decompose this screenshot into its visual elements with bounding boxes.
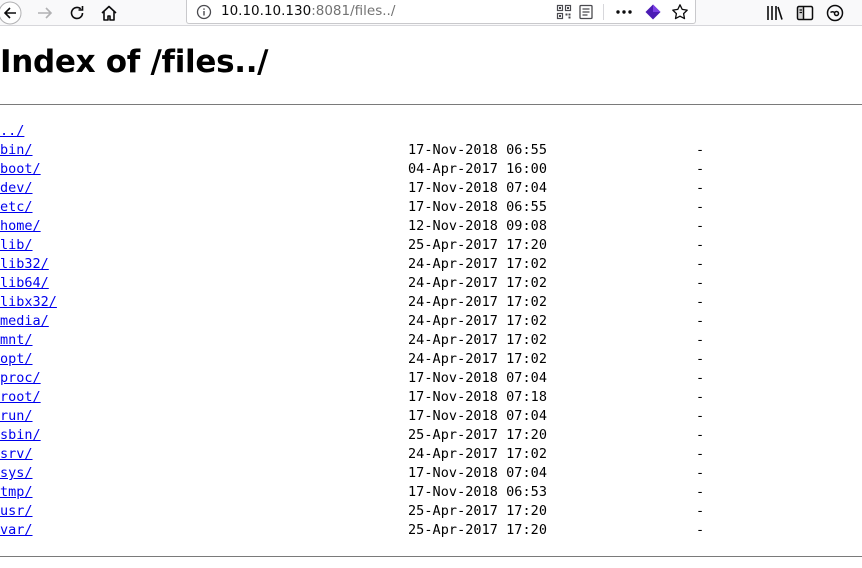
file-size: -: [696, 370, 705, 386]
modified-date: 24-Apr-2017 17:02: [408, 351, 548, 367]
file-size: -: [696, 427, 705, 443]
directory-link[interactable]: dev/: [0, 179, 33, 198]
directory-link[interactable]: srv/: [0, 445, 33, 464]
forward-arrow-icon: [38, 6, 53, 19]
file-size: -: [696, 503, 705, 519]
modified-date: 17-Nov-2018 07:04: [408, 465, 548, 481]
file-size: -: [696, 408, 705, 424]
file-size: -: [696, 522, 705, 538]
modified-date: 24-Apr-2017 17:02: [408, 294, 548, 310]
url-host: 10.10.10.130: [221, 3, 312, 19]
file-size: -: [696, 256, 705, 272]
modified-date: 25-Apr-2017 17:20: [408, 522, 548, 538]
url-path: :8081/files../: [311, 3, 396, 19]
modified-date: 17-Nov-2018 06:55: [408, 142, 548, 158]
back-arrow-icon: [0, 1, 22, 24]
modified-date: 17-Nov-2018 06:53: [408, 484, 548, 500]
modified-date: 17-Nov-2018 07:18: [408, 389, 548, 405]
directory-link[interactable]: media/: [0, 312, 49, 331]
directory-link[interactable]: var/: [0, 521, 33, 540]
file-size: -: [696, 161, 705, 177]
reload-button[interactable]: [64, 0, 90, 25]
file-size: -: [696, 313, 705, 329]
modified-date: 25-Apr-2017 17:20: [408, 503, 548, 519]
directory-link[interactable]: etc/: [0, 198, 33, 217]
directory-link[interactable]: lib64/: [0, 274, 49, 293]
account-button[interactable]: [822, 0, 848, 25]
star-icon[interactable]: [671, 3, 689, 21]
library-icon: [767, 5, 783, 20]
file-size: -: [696, 142, 705, 158]
directory-link[interactable]: proc/: [0, 369, 41, 388]
file-size: -: [696, 389, 705, 405]
file-size: -: [696, 332, 705, 348]
modified-date: 17-Nov-2018 06:55: [408, 199, 548, 215]
browser-toolbar: 10.10.10.130:8081/files../: [0, 0, 862, 26]
modified-date: 24-Apr-2017 17:02: [408, 275, 548, 291]
directory-link[interactable]: usr/: [0, 502, 33, 521]
reload-icon: [70, 5, 84, 19]
modified-date: 24-Apr-2017 17:02: [408, 446, 548, 462]
directory-link[interactable]: boot/: [0, 160, 41, 179]
home-button[interactable]: [96, 0, 122, 25]
bottom-divider: [0, 556, 862, 557]
directory-link[interactable]: sbin/: [0, 426, 41, 445]
directory-link[interactable]: mnt/: [0, 331, 33, 350]
library-button[interactable]: [762, 0, 788, 25]
modified-date: 24-Apr-2017 17:02: [408, 332, 548, 348]
directory-link[interactable]: lib/: [0, 236, 33, 255]
file-size: -: [696, 199, 705, 215]
file-size: -: [696, 180, 705, 196]
sidebar-icon: [796, 5, 814, 20]
modified-date: 17-Nov-2018 07:04: [408, 180, 548, 196]
modified-date: 25-Apr-2017 17:20: [408, 427, 548, 443]
modified-date: 17-Nov-2018 07:04: [408, 408, 548, 424]
home-icon: [101, 5, 117, 21]
qr-code-icon[interactable]: [555, 3, 573, 21]
file-size: -: [696, 294, 705, 310]
url-text[interactable]: 10.10.10.130:8081/files../: [221, 3, 395, 19]
top-divider: [0, 104, 862, 105]
page-title: Index of /files../: [0, 44, 269, 80]
modified-date: 25-Apr-2017 17:20: [408, 237, 548, 253]
account-icon: [826, 4, 844, 21]
modified-date: 24-Apr-2017 17:02: [408, 313, 548, 329]
info-icon[interactable]: [195, 3, 213, 21]
directory-link[interactable]: libx32/: [0, 293, 57, 312]
file-size: -: [696, 218, 705, 234]
file-size: -: [696, 275, 705, 291]
modified-date: 12-Nov-2018 09:08: [408, 218, 548, 234]
directory-link[interactable]: sys/: [0, 464, 33, 483]
urlbar-separator: [603, 4, 604, 20]
modified-date: 17-Nov-2018 07:04: [408, 370, 548, 386]
file-size: -: [696, 484, 705, 500]
directory-link[interactable]: tmp/: [0, 483, 33, 502]
directory-link[interactable]: bin/: [0, 141, 33, 160]
parent-directory-link[interactable]: ../: [0, 122, 24, 141]
extension-icon[interactable]: [644, 3, 662, 21]
file-size: -: [696, 237, 705, 253]
directory-link[interactable]: run/: [0, 407, 33, 426]
forward-button[interactable]: [32, 0, 58, 25]
address-bar[interactable]: 10.10.10.130:8081/files../: [186, 0, 696, 24]
back-button[interactable]: [0, 0, 26, 25]
file-size: -: [696, 446, 705, 462]
modified-date: 04-Apr-2017 16:00: [408, 161, 548, 177]
directory-link[interactable]: root/: [0, 388, 41, 407]
file-size: -: [696, 351, 705, 367]
reader-view-icon[interactable]: [577, 3, 595, 21]
directory-link[interactable]: home/: [0, 217, 41, 236]
file-size: -: [696, 465, 705, 481]
more-actions-icon[interactable]: [615, 3, 633, 21]
directory-link[interactable]: lib32/: [0, 255, 49, 274]
sidebar-button[interactable]: [792, 0, 818, 25]
modified-date: 24-Apr-2017 17:02: [408, 256, 548, 272]
directory-link[interactable]: opt/: [0, 350, 33, 369]
